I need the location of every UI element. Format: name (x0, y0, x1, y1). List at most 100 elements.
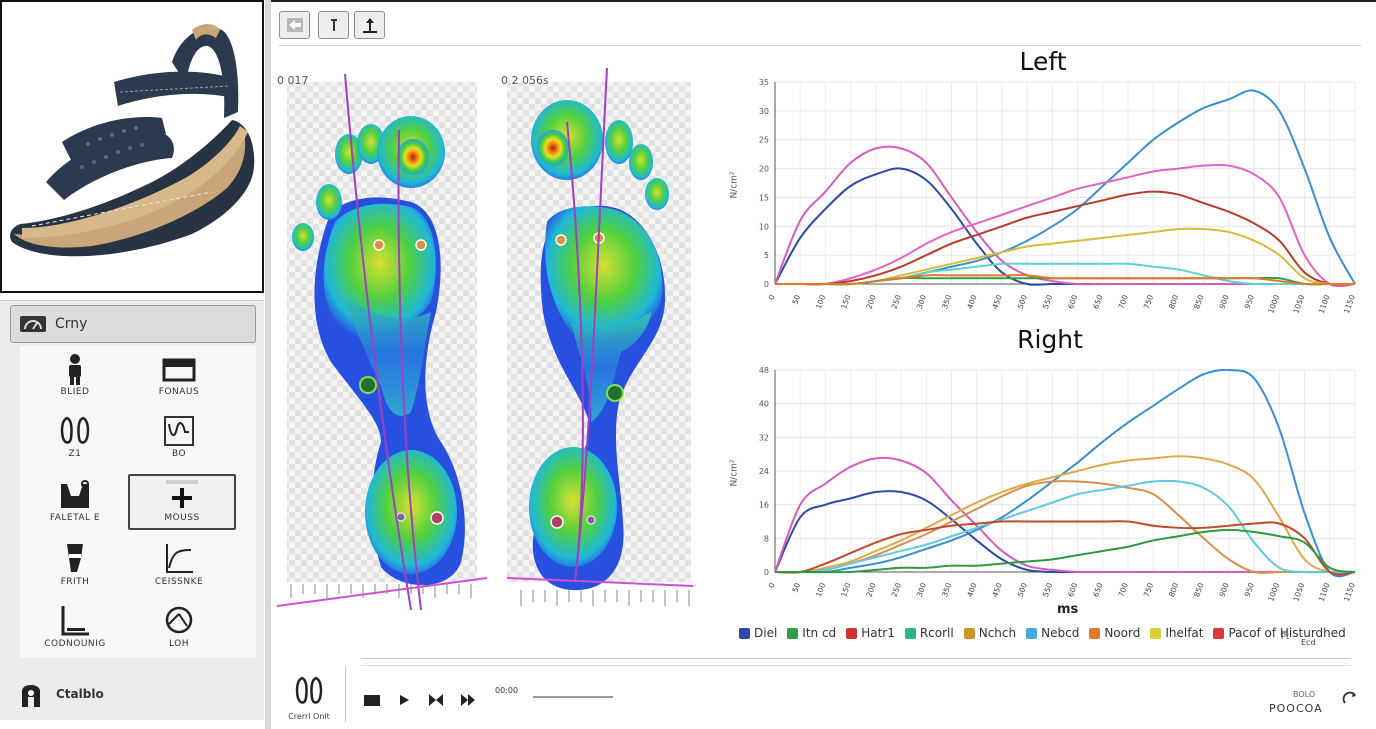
tool-label: CODNOUNIG (44, 639, 106, 649)
x-tick-label: 400 (965, 581, 978, 598)
legend-swatch (1089, 627, 1101, 639)
x-tick-label: 500 (1016, 581, 1029, 598)
tools-footer-button[interactable]: Ctalblo (18, 679, 104, 709)
tool-codnounig[interactable]: CODNOUNIG (20, 602, 130, 660)
tool-blied[interactable]: BLIED (20, 350, 130, 408)
x-tick-label: 700 (1117, 581, 1130, 598)
step-back-button[interactable] (427, 692, 445, 708)
tool-frith[interactable]: FRITH (20, 540, 130, 598)
tool-ceissnke[interactable]: CEISSNKE (124, 540, 234, 598)
legend-label: Nchch (978, 626, 1017, 640)
target-icon (165, 606, 193, 634)
refresh-icon[interactable] (1341, 690, 1359, 708)
legend-item[interactable]: Noord (1089, 626, 1140, 640)
main-area: 0 017 0 2 056s Left Right N/cm² N/cm² 0 … (271, 0, 1376, 729)
x-tick-label: 150 (839, 581, 852, 598)
series-line (774, 455, 1356, 574)
gait-view-button[interactable]: Crerrl Onlt (279, 674, 339, 721)
legend-swatch (1150, 627, 1162, 639)
x-tick-label: 700 (1117, 293, 1130, 310)
step-forward-button[interactable] (459, 692, 477, 708)
legend-item[interactable]: Pacof of Histurdhed (1213, 626, 1346, 640)
x-tick-label: 650 (1091, 293, 1104, 310)
play-button[interactable] (395, 692, 413, 708)
product-image (0, 0, 264, 293)
legend-item[interactable]: Diel (739, 626, 777, 640)
left-pressure-chart: 051015202530350 50 100 150 200 250 300 350 400 45… (759, 78, 1357, 315)
corner-icon (61, 606, 89, 636)
legend-item[interactable]: Hatr1 (846, 626, 895, 640)
info-button[interactable] (318, 11, 349, 39)
upload-button[interactable] (354, 11, 385, 39)
x-tick-label: 450 (990, 581, 1003, 598)
x-tick-label: 950 (1243, 581, 1256, 598)
x-tick-label: 1100 (1317, 293, 1332, 314)
y-tick-label: 30 (759, 107, 769, 116)
x-tick-label: 650 (1091, 581, 1104, 598)
x-tick-label: 400 (965, 293, 978, 310)
y-tick-label: 48 (759, 366, 769, 375)
y-tick-label: 16 (759, 501, 769, 510)
upload-icon (362, 18, 377, 33)
toolbar-divider (279, 45, 1361, 46)
tool-bo[interactable]: BO (124, 412, 234, 470)
tool-fonaus[interactable]: FONAUS (124, 350, 234, 408)
x-tick-label: 1150 (1342, 293, 1357, 314)
tool-label: FALETAL E (49, 513, 101, 523)
playback-seek-bar[interactable] (533, 696, 613, 698)
y-tick-label: 32 (759, 433, 769, 442)
legend-item[interactable]: Nchch (963, 626, 1017, 640)
foot-scan-icon (22, 685, 40, 707)
play-icon (400, 695, 409, 705)
curve-box-icon (164, 416, 194, 446)
x-tick-label: 100 (814, 581, 827, 598)
y-tick-label: 20 (759, 165, 769, 174)
tools-header-label: Crny (55, 316, 88, 332)
x-tick-label: 550 (1041, 293, 1054, 310)
x-tick-label: 900 (1217, 293, 1230, 310)
x-tick-label: 750 (1142, 581, 1155, 598)
tool-mouss[interactable]: MOUSS (128, 474, 236, 530)
legend-item[interactable]: Nebcd (1026, 626, 1079, 640)
legend-item[interactable]: Ihelfat (1150, 626, 1203, 640)
x-tick-label: 750 (1142, 293, 1155, 310)
timeline-track[interactable] (361, 658, 1351, 659)
legend-item[interactable]: Itn cd (787, 626, 836, 640)
y-tick-label: 8 (764, 534, 769, 543)
sandal-image (2, 2, 262, 291)
x-tick-label: 1000 (1266, 581, 1281, 602)
x-tick-label: 1050 (1291, 581, 1306, 602)
x-tick-label: 500 (1016, 293, 1029, 310)
x-tick-label: 250 (890, 581, 903, 598)
gait-view-label: Crerrl Onlt (288, 712, 330, 721)
tool-loh[interactable]: LOH (124, 602, 234, 660)
side-note-1: Pt (1281, 632, 1289, 641)
x-tick-label: 350 (940, 581, 953, 598)
back-icon (286, 18, 303, 32)
playback-time: 00:00 (495, 686, 519, 695)
stop-button[interactable] (363, 692, 381, 708)
series-line (774, 368, 1356, 578)
x-tick-label: 350 (940, 293, 953, 310)
ruler-ticks-left (290, 584, 472, 598)
back-button[interactable] (279, 11, 310, 39)
legend-swatch (1026, 627, 1038, 639)
chart-legend: Diel Itn cd Hatr1 Rcorll Nchch Nebcd Noord Ihel… (739, 626, 1346, 640)
legend-swatch (963, 627, 975, 639)
tools-header-button[interactable]: Crny (10, 305, 256, 343)
tool-faletal[interactable]: FALETAL E (20, 476, 130, 534)
pressure-bar-icon (61, 480, 89, 508)
y-tick-label: 15 (759, 193, 769, 202)
legend-item[interactable]: Rcorll (904, 626, 954, 640)
x-tick-label: 450 (990, 293, 1003, 310)
legend-swatch (787, 627, 799, 639)
tool-z1[interactable]: Z1 (20, 412, 130, 470)
x-tick-label: 100 (814, 293, 827, 310)
status-secondary: BOLO (1293, 690, 1316, 699)
feet-icon (60, 416, 90, 444)
y-tick-label: 0 (764, 280, 769, 289)
x-tick-label: 250 (890, 293, 903, 310)
series-line (774, 190, 1356, 286)
info-icon (330, 19, 337, 31)
x-tick-label: 50 (790, 293, 802, 305)
